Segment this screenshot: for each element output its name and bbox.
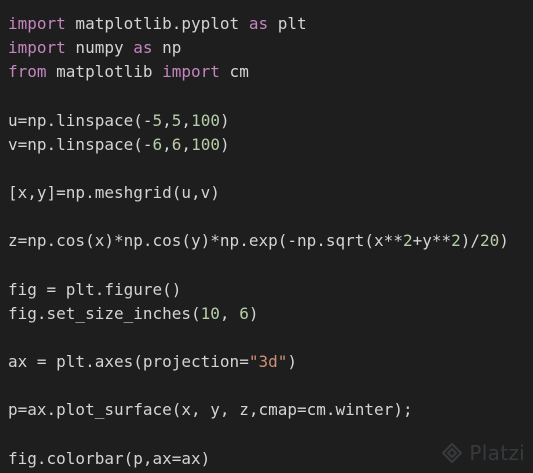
code-token: 6 [171, 134, 182, 154]
code-token: +y** [412, 231, 452, 251]
code-token: matplotlib [46, 62, 163, 82]
code-token: plt [268, 14, 307, 33]
code-line: fig.set_size_inches(10, 6) [8, 302, 509, 326]
code-editor: import matplotlib.pyplot as plt import nu… [0, 0, 533, 473]
code-line: from matplotlib import cm [8, 60, 509, 84]
code-token: "3d" [248, 351, 288, 371]
code-token: ) [219, 134, 230, 154]
code-token: fig = plt.figure() [8, 279, 182, 299]
code-token: 5 [152, 110, 163, 130]
code-token: import [8, 14, 66, 33]
code-line: u=np.linspace(-5,5,100) [8, 109, 509, 133]
code-token: , [162, 134, 172, 154]
code-token: , [181, 110, 192, 130]
code-token: 100 [191, 134, 220, 154]
code-token: ) [499, 231, 509, 251]
code-token: [x,y]=np.meshgrid(u,v) [8, 182, 220, 202]
code-token: numpy [65, 38, 134, 58]
code-token: import [162, 62, 220, 82]
code-line: ax = plt.axes(projection="3d") [8, 350, 509, 374]
code-token: import [8, 38, 66, 58]
code-token: ) [248, 303, 259, 323]
code-token: from [8, 62, 47, 82]
code-token: ) [287, 351, 297, 371]
platzi-logo-icon [441, 442, 463, 464]
code-token: 100 [191, 110, 220, 130]
code-token: u=np.linspace(- [8, 110, 153, 130]
code-token: fig.colorbar(p,ax=ax) [8, 448, 211, 468]
code-token: z=np.cos(x)*np.cos(y)*np.exp(-np.sqrt(x*… [8, 231, 403, 251]
code-line: fig.colorbar(p,ax=ax) [8, 447, 509, 471]
code-token: , [162, 110, 172, 130]
code-token: fig.set_size_inches( [8, 303, 201, 323]
code-token: p=ax.plot_surface(x, y, z,cmap=cm.winter… [8, 400, 413, 420]
code-token: ) [219, 110, 230, 130]
code-line: import matplotlib.pyplot as plt [8, 12, 509, 36]
code-token: cm [219, 62, 249, 82]
code-token: , [181, 134, 192, 154]
code-token: , [219, 303, 240, 323]
code-token: as [133, 38, 153, 58]
code-line: fig = plt.figure() [8, 278, 509, 302]
code-token: )/ [460, 231, 481, 251]
code-token: 2 [402, 231, 413, 251]
code-token: 6 [152, 134, 163, 154]
code-token: ax = plt.axes(projection= [8, 351, 249, 371]
code-line: z=np.cos(x)*np.cos(y)*np.exp(-np.sqrt(x*… [8, 229, 509, 253]
code-token: 6 [239, 303, 249, 323]
code-token: 2 [451, 231, 461, 251]
code-line: import numpy as np [8, 36, 509, 60]
code-token: np [152, 38, 182, 58]
code-line: p=ax.plot_surface(x, y, z,cmap=cm.winter… [8, 398, 509, 422]
watermark-text: Platzi [469, 441, 525, 465]
platzi-watermark: Platzi [441, 441, 525, 465]
code-block: import matplotlib.pyplot as plt import nu… [8, 12, 509, 471]
code-token: 5 [171, 110, 182, 130]
code-token: v=np.linspace(- [8, 134, 153, 154]
code-token: as [248, 14, 269, 33]
code-token: 10 [200, 303, 220, 323]
code-line: v=np.linspace(-6,6,100) [8, 133, 509, 157]
code-token: matplotlib.pyplot [65, 14, 249, 33]
code-line: [x,y]=np.meshgrid(u,v) [8, 181, 509, 205]
code-token: 20 [480, 231, 500, 251]
